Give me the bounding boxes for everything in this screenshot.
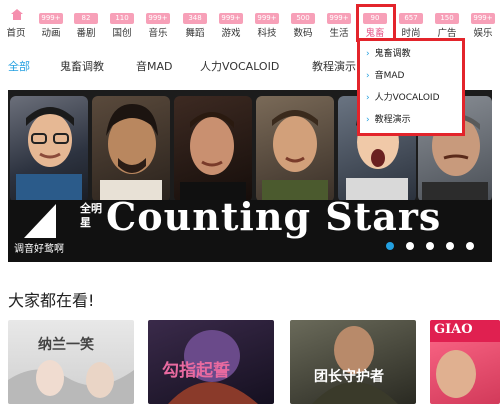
thumb-title: 团长守护者: [314, 369, 384, 385]
count-badge: 999+: [327, 13, 351, 24]
nav-item-tech[interactable]: 999+ 科技: [254, 0, 280, 40]
count-badge: 657: [399, 13, 423, 24]
dropdown-label: 教程演示: [374, 115, 411, 125]
banner-face-image: [92, 96, 170, 202]
chevron-right-icon: ›: [366, 115, 370, 125]
thumb-title: 纳兰一笑: [38, 337, 94, 353]
nav-label: 首页: [6, 28, 26, 39]
chevron-right-icon: ›: [366, 49, 370, 59]
nav-item-bangumi[interactable]: 82 番剧: [73, 0, 99, 40]
face-illustration: [180, 112, 246, 202]
face-illustration: [100, 104, 162, 202]
nav-item-entertainment[interactable]: 999+ 娱乐: [470, 0, 496, 40]
nav-item-digital[interactable]: 500 数码: [290, 0, 316, 40]
thumb-art: [312, 326, 398, 404]
subtab-otomad[interactable]: 音MAD: [136, 58, 173, 74]
carousel-dot[interactable]: [406, 242, 414, 250]
nav-item-music[interactable]: 999+ 音乐: [145, 0, 171, 40]
triangle-logo-icon: [24, 204, 56, 238]
nav-label: 动画: [41, 28, 61, 39]
nav-item-game[interactable]: 999+ 游戏: [218, 0, 244, 40]
carousel-dot[interactable]: [446, 242, 454, 250]
dropdown-label: 人力VOCALOID: [374, 93, 440, 103]
thumb-art: [8, 360, 134, 404]
count-badge: 999+: [219, 13, 243, 24]
nav-label: 番剧: [76, 28, 96, 39]
count-badge: 150: [435, 13, 459, 24]
face-illustration: [16, 107, 82, 202]
home-icon: [11, 9, 23, 20]
dropdown-item-otomad[interactable]: › 音MAD: [366, 65, 462, 87]
chevron-right-icon: ›: [366, 71, 370, 81]
count-badge: 500: [291, 13, 315, 24]
nav-label: 数码: [293, 28, 313, 39]
nav-item-life[interactable]: 999+ 生活: [326, 0, 352, 40]
nav-label: 音乐: [148, 28, 168, 39]
nav-label: 游戏: [221, 28, 241, 39]
chevron-right-icon: ›: [366, 93, 370, 103]
carousel-dot[interactable]: [426, 242, 434, 250]
nav-label: 国创: [112, 28, 132, 39]
carousel-dot[interactable]: [466, 242, 474, 250]
subtab-kichiku[interactable]: 鬼畜调教: [60, 58, 104, 74]
dropdown-label: 鬼畜调教: [374, 49, 411, 59]
nav-item-ad[interactable]: 150 广告: [434, 0, 460, 40]
nav-label: 时尚: [401, 28, 421, 39]
section-title: 大家都在看!: [8, 291, 95, 310]
banner-face-image: [174, 96, 252, 202]
category-dropdown: › 鬼畜调教 › 音MAD › 人力VOCALOID › 教程演示: [357, 38, 465, 136]
count-badge: 999+: [146, 13, 170, 24]
video-thumbnail[interactable]: 纳兰一笑: [8, 320, 134, 404]
nav-item-dance[interactable]: 348 舞蹈: [182, 0, 208, 40]
banner-badge-text: 全明星: [80, 202, 102, 229]
thumb-title: GIAO: [434, 322, 473, 337]
carousel-dot[interactable]: [386, 242, 394, 250]
subtab-all[interactable]: 全部: [8, 58, 30, 74]
dropdown-item-vocaloid[interactable]: › 人力VOCALOID: [366, 87, 462, 109]
banner-face-image: [256, 96, 334, 202]
nav-label: 生活: [329, 28, 349, 39]
count-badge: 348: [183, 13, 207, 24]
count-badge: 999+: [39, 13, 63, 24]
banner-caption: 调音好鹜啊: [14, 244, 64, 255]
subtab-tutorial[interactable]: 教程演示: [312, 58, 356, 74]
nav-item-guochuang[interactable]: 110 国创: [109, 0, 135, 40]
banner-title: Counting Stars: [106, 194, 442, 239]
nav-label: 广告: [437, 28, 457, 39]
count-badge: 999+: [471, 13, 495, 24]
nav-label: 娱乐: [473, 28, 493, 39]
dropdown-label: 音MAD: [374, 71, 405, 81]
highlight-box: [356, 4, 396, 42]
subtab-vocaloid[interactable]: 人力VOCALOID: [200, 58, 279, 74]
nav-item-fashion[interactable]: 657 时尚: [398, 0, 424, 40]
video-thumbnail[interactable]: 勾指起誓: [148, 320, 274, 404]
nav-item-home[interactable]: 首页: [3, 0, 29, 40]
nav-label: 科技: [257, 28, 277, 39]
video-thumbnail[interactable]: GIAO: [430, 320, 500, 404]
dropdown-item-kichiku[interactable]: › 鬼畜调教: [366, 43, 462, 65]
banner-face-image: [10, 96, 88, 202]
dropdown-item-tutorial[interactable]: › 教程演示: [366, 109, 462, 131]
nav-item-anime[interactable]: 999+ 动画: [38, 0, 64, 40]
nav-label: 舞蹈: [185, 28, 205, 39]
count-badge: 82: [74, 13, 98, 24]
thumb-title: 勾指起誓: [162, 361, 230, 381]
face-illustration: [262, 110, 328, 202]
count-badge: 999+: [255, 13, 279, 24]
count-badge: 110: [110, 13, 134, 24]
video-thumbnail[interactable]: 团长守护者: [290, 320, 416, 404]
